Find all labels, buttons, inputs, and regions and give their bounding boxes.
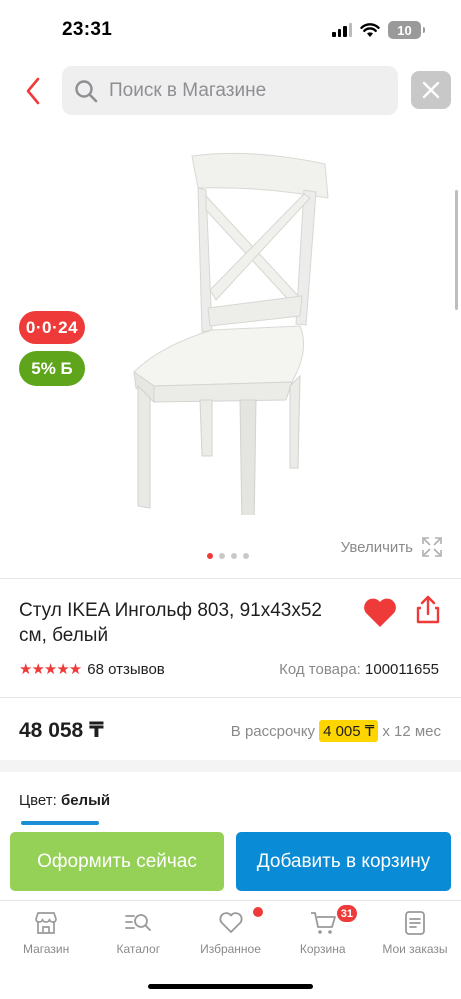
- cart-count-badge: 31: [336, 905, 357, 922]
- product-title: Стул IKEA Ингольф 803, 91x43x52 см, белы…: [19, 600, 322, 646]
- zoom-label: Увеличить: [340, 538, 413, 556]
- chevron-left-icon: [26, 77, 40, 105]
- reviews-link[interactable]: 68 отзывов: [87, 661, 165, 678]
- color-value: белый: [60, 792, 111, 809]
- close-icon: [422, 81, 440, 99]
- tab-catalog[interactable]: Каталог: [92, 901, 184, 964]
- divider: [0, 697, 461, 698]
- tab-label: Мои заказы: [382, 942, 448, 956]
- rating-stars: ★★★★★: [19, 661, 82, 678]
- pagination-dot-active[interactable]: [207, 553, 213, 559]
- tab-label: Избранное: [200, 942, 261, 956]
- section-separator: [0, 760, 461, 772]
- heart-filled-icon: [364, 598, 396, 627]
- pagination-dot[interactable]: [219, 553, 225, 559]
- status-time: 23:31: [62, 19, 113, 40]
- product-price: 48 058 ₸: [19, 719, 104, 742]
- tab-store[interactable]: Магазин: [0, 901, 92, 964]
- color-label: Цвет:: [19, 792, 57, 809]
- pagination-dot[interactable]: [231, 553, 237, 559]
- installment-info[interactable]: В рассрочку 4 005 ₸ x 12 мес: [231, 720, 441, 742]
- rating-row[interactable]: ★★★★★ 68 отзывов: [19, 660, 165, 679]
- scrollbar[interactable]: [455, 190, 458, 310]
- sku-value: 100011655: [365, 661, 439, 678]
- buy-now-button[interactable]: Оформить сейчас: [10, 832, 224, 891]
- sku-label: Код товара:: [279, 661, 361, 678]
- bottom-tab-bar: Магазин Каталог Избранное 31 Корзина Мои…: [0, 900, 461, 964]
- installment-amount: 4 005 ₸: [319, 720, 379, 742]
- search-input[interactable]: [109, 79, 369, 102]
- tab-label: Корзина: [299, 942, 346, 956]
- battery-icon: 10: [388, 21, 425, 39]
- pagination-dot[interactable]: [243, 553, 249, 559]
- installment-prefix: В рассрочку: [230, 722, 316, 740]
- orders-icon: [405, 911, 425, 935]
- search-icon: [75, 79, 98, 102]
- installment-suffix: x 12 мес: [382, 722, 441, 740]
- tab-my-orders[interactable]: Мои заказы: [369, 901, 461, 964]
- store-icon: [35, 912, 57, 934]
- color-selector-label: Цвет: белый: [19, 792, 110, 809]
- divider: [0, 578, 461, 579]
- product-gallery[interactable]: 0·0·24 5% Б Увеличить: [0, 122, 461, 572]
- tab-favorites[interactable]: Избранное: [184, 901, 276, 964]
- home-indicator[interactable]: [148, 984, 313, 989]
- color-swatch-selected[interactable]: [21, 821, 99, 825]
- wifi-icon: [360, 22, 380, 37]
- tab-cart[interactable]: 31 Корзина: [277, 901, 369, 964]
- tab-label: Каталог: [116, 942, 161, 956]
- gallery-pagination[interactable]: [207, 553, 249, 559]
- search-bar[interactable]: [62, 66, 398, 115]
- tab-label: Магазин: [22, 942, 70, 956]
- back-button[interactable]: [18, 74, 48, 108]
- zoom-button[interactable]: Увеличить: [341, 536, 443, 558]
- add-to-cart-button[interactable]: Добавить в корзину: [236, 832, 451, 891]
- catalog-search-icon: [125, 914, 152, 931]
- cart-icon: [310, 912, 336, 934]
- share-button[interactable]: [412, 594, 444, 626]
- favorite-button[interactable]: [362, 596, 398, 628]
- product-image-chair[interactable]: [120, 150, 330, 515]
- share-icon: [416, 595, 440, 624]
- sku-info: Код товара: 100011655: [279, 661, 439, 678]
- clear-search-button[interactable]: [411, 71, 451, 109]
- status-icons: 10: [332, 21, 425, 39]
- heart-icon: [218, 912, 243, 933]
- notification-dot: [252, 907, 263, 917]
- expand-icon: [422, 537, 442, 557]
- promo-timer-badge: 0·0·24: [19, 311, 85, 344]
- cellular-signal-icon: [332, 23, 352, 37]
- search-header: [0, 64, 461, 118]
- bonus-badge: 5% Б: [19, 351, 85, 386]
- status-bar: 23:31 10: [0, 0, 461, 60]
